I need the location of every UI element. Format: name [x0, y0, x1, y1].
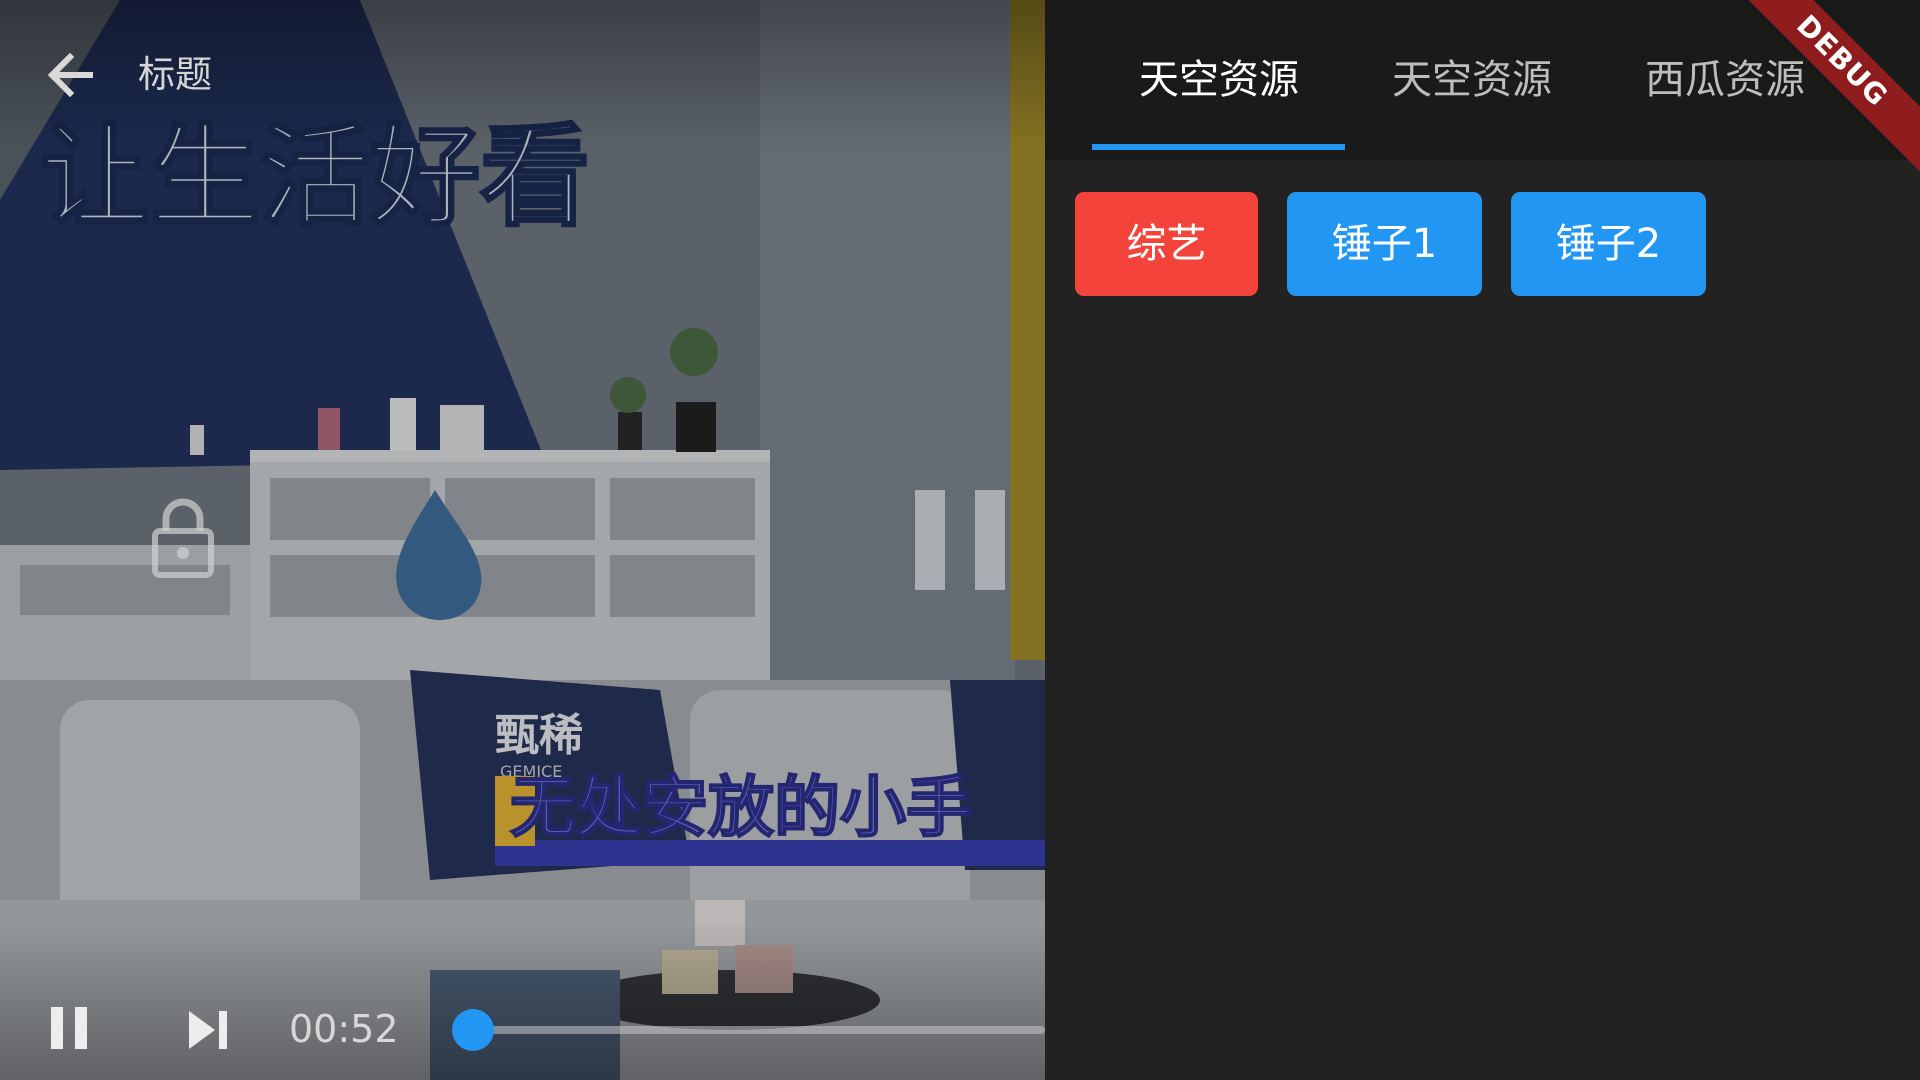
source-panel: 天空资源 天空资源 西瓜资源 综艺 锤子1 锤子2 [1045, 0, 1920, 1080]
pause-icon-bar [975, 490, 1005, 590]
tab-indicator [1092, 144, 1345, 150]
pause-button[interactable] [48, 1007, 90, 1053]
lock-button[interactable] [150, 495, 216, 579]
tab-source-2[interactable]: 天空资源 [1392, 48, 1552, 112]
category-chip-hammer-2[interactable]: 锤子2 [1511, 192, 1706, 296]
progress-thumb[interactable] [451, 1009, 494, 1051]
video-title: 标题 [138, 53, 212, 96]
category-chip-hammer-1[interactable]: 锤子1 [1287, 192, 1482, 296]
arrow-left-icon [47, 52, 93, 98]
center-pause-button[interactable] [915, 490, 1005, 590]
category-chip-variety[interactable]: 综艺 [1075, 192, 1258, 296]
category-chips: 综艺 锤子1 锤子2 [1045, 192, 1920, 296]
pause-icon-bar [75, 1007, 87, 1049]
skip-next-icon [189, 1011, 227, 1049]
next-button[interactable] [185, 1007, 231, 1053]
player-controls: 00:52 [0, 960, 1045, 1080]
tab-source-1[interactable]: 天空资源 [1139, 48, 1299, 112]
player-top-bar: 标题 [0, 0, 1045, 150]
pause-icon [51, 1007, 63, 1049]
back-button[interactable] [40, 45, 100, 105]
tab-source-3[interactable]: 西瓜资源 [1645, 48, 1805, 112]
progress-slider[interactable] [451, 1009, 1045, 1051]
current-time: 00:52 [289, 1007, 399, 1051]
pause-icon [915, 490, 945, 590]
lock-icon [152, 498, 214, 578]
app-root: 让生活好看 甄稀 GEMICE 无处安放的小手 标题 00:52 天空资源 天空… [0, 0, 1920, 1080]
source-tabbar: 天空资源 天空资源 西瓜资源 [1045, 0, 1920, 160]
video-player[interactable]: 让生活好看 甄稀 GEMICE 无处安放的小手 标题 00:52 [0, 0, 1045, 1080]
